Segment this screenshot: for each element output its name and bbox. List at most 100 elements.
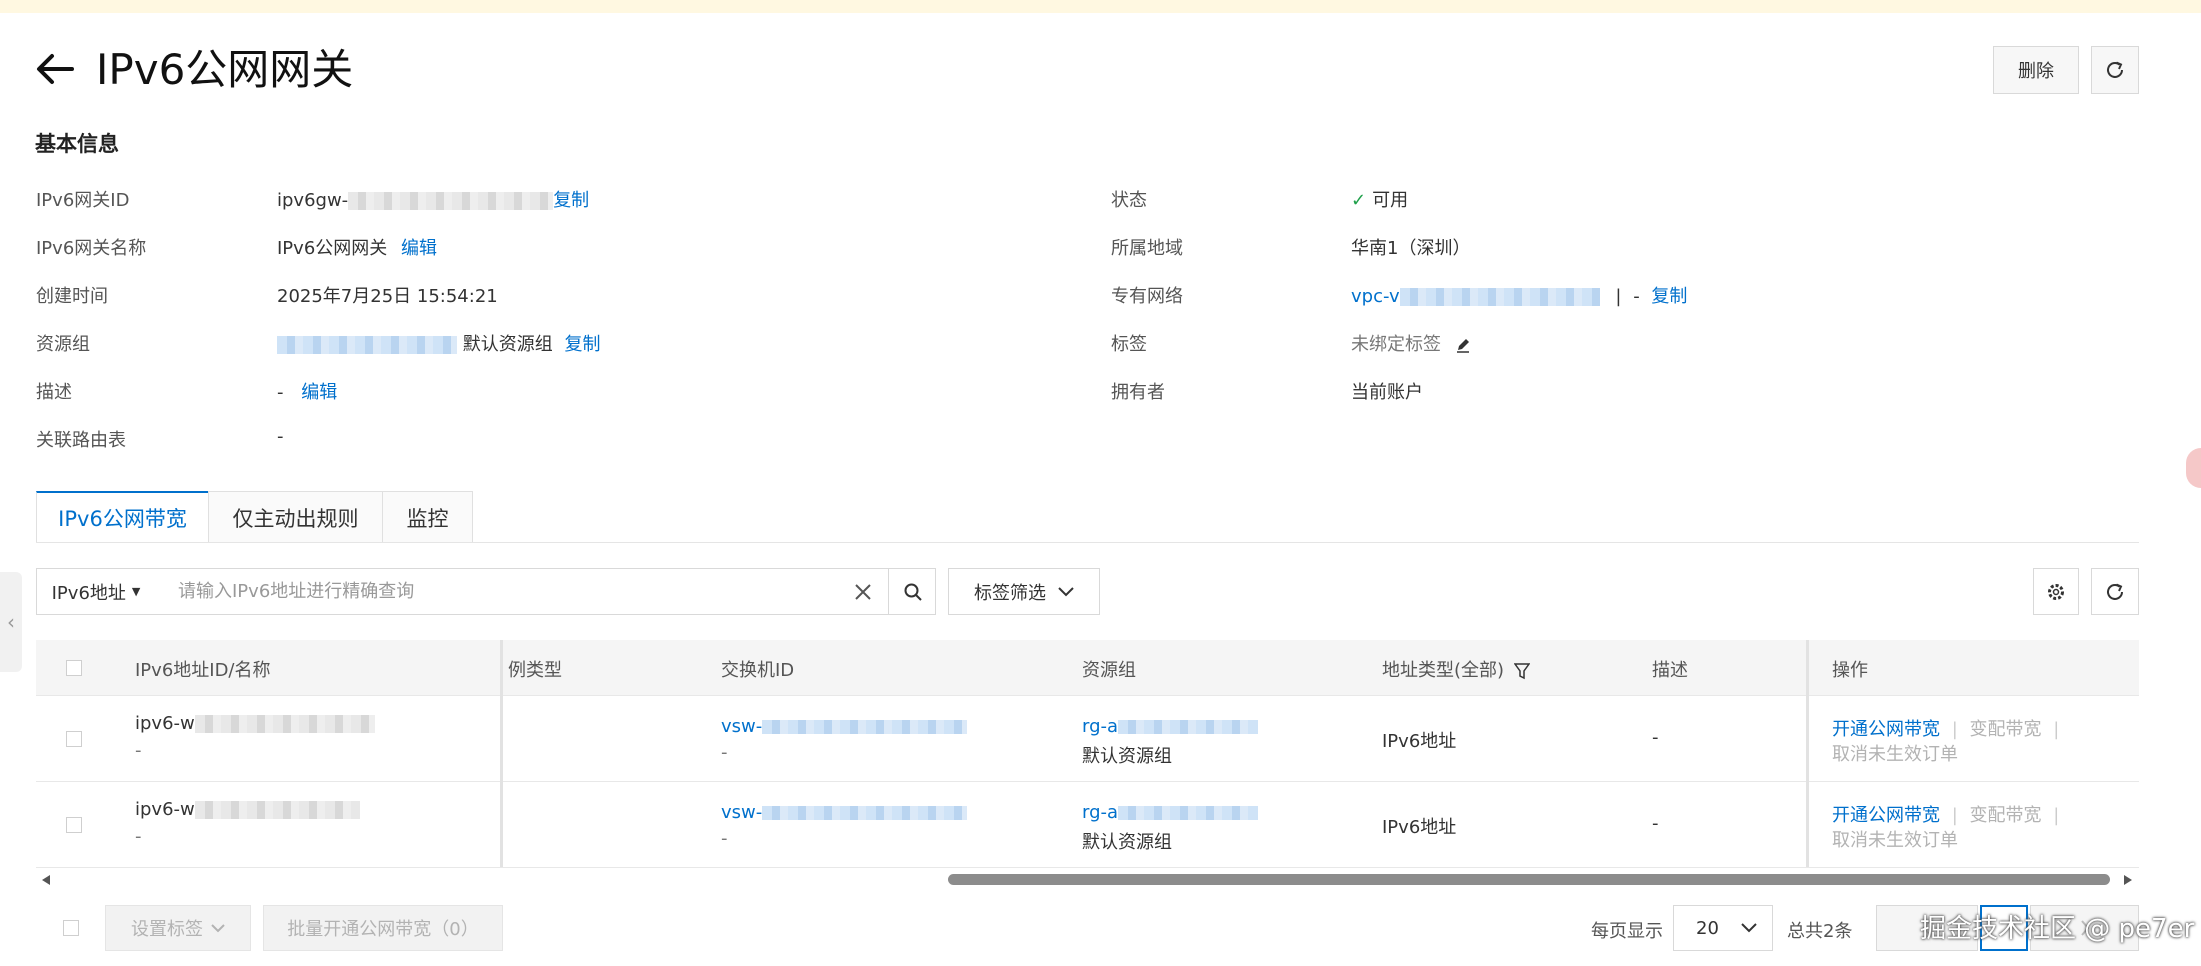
resource-group-masked [1118, 806, 1259, 820]
scroll-left-icon[interactable] [40, 874, 52, 886]
tag-filter-button[interactable]: 标签筛选 [948, 568, 1100, 615]
col-header-address-type[interactable]: 地址类型(全部) [1382, 656, 1531, 682]
tab-monitoring[interactable]: 监控 [382, 491, 473, 543]
action-separator: | [2053, 805, 2060, 826]
change-bandwidth-link[interactable]: 变配带宽 [1970, 719, 2042, 740]
col-header-actions: 操作 [1832, 660, 1868, 681]
gateway-id-masked [348, 192, 554, 210]
cancel-order-link[interactable]: 取消未生效订单 [1832, 740, 1958, 766]
resource-group-copy-link[interactable]: 复制 [564, 334, 600, 355]
route-table-value: - [277, 426, 284, 447]
vpc-link[interactable]: vpc-v [1351, 286, 1400, 307]
open-bandwidth-link[interactable]: 开通公网带宽 [1832, 719, 1940, 740]
chevron-down-icon [1058, 586, 1074, 596]
table-refresh-button[interactable] [2091, 568, 2139, 615]
resource-group-link[interactable]: rg-a [1082, 716, 1118, 737]
vswitch-cell[interactable]: vsw- [721, 716, 968, 737]
vswitch-link[interactable]: vsw- [721, 716, 762, 737]
tab-ipv6-bandwidth[interactable]: IPv6公网带宽 [36, 491, 209, 543]
tab-egress-only-rules[interactable]: 仅主动出规则 [208, 491, 383, 543]
clear-icon[interactable] [853, 582, 873, 602]
edit-pencil-icon[interactable] [1455, 337, 1471, 353]
search-input[interactable]: 请输入IPv6地址进行精确查询 [178, 578, 838, 606]
resource-group-cell[interactable]: rg-a [1082, 802, 1259, 823]
vswitch-link[interactable]: vsw- [721, 802, 762, 823]
vpc-name: - [1633, 286, 1640, 307]
ipv6-id-cell: ipv6-w [135, 799, 360, 820]
vpc-copy-link[interactable]: 复制 [1651, 286, 1687, 307]
table-settings-button[interactable] [2033, 568, 2079, 615]
watermark: 掘金技术社区 @ pe7er [1920, 914, 2195, 944]
row-divider [36, 781, 2139, 782]
action-separator: | [1951, 719, 1958, 740]
search-icon [904, 583, 922, 601]
search-button[interactable] [888, 568, 936, 615]
search-type-select[interactable]: IPv6地址 ▼ [37, 569, 155, 614]
owner-label: 拥有者 [1111, 382, 1165, 403]
tags-label: 标签 [1111, 334, 1147, 355]
vpc-masked [1399, 288, 1600, 306]
gateway-name-value: IPv6公网网关 编辑 [277, 234, 437, 260]
resource-group-cell[interactable]: rg-a [1082, 716, 1259, 737]
vswitch-cell[interactable]: vsw- [721, 802, 968, 823]
side-widget[interactable] [2186, 448, 2201, 488]
col-header-vswitch-id: 交换机ID [721, 660, 795, 681]
sidebar-collapse-handle[interactable]: ‹ [0, 572, 22, 672]
set-tags-button[interactable]: 设置标签 [105, 905, 251, 951]
created-time-label: 创建时间 [36, 286, 108, 307]
col-header-instance-type: 例类型 [508, 660, 562, 681]
route-table-label: 关联路由表 [36, 430, 126, 451]
region-value: 华南1（深圳） [1351, 238, 1471, 259]
actions-cell: 开通公网带宽 | 变配带宽 | [1832, 715, 2059, 741]
vswitch-masked [762, 720, 968, 734]
gear-icon [2048, 583, 2064, 600]
fixed-column-shadow-left [500, 640, 503, 867]
row-checkbox[interactable] [66, 731, 82, 747]
gateway-id-copy-link[interactable]: 复制 [553, 190, 589, 211]
open-bandwidth-link[interactable]: 开通公网带宽 [1832, 805, 1940, 826]
vpc-separator: | [1615, 286, 1622, 307]
ipv6-name: - [135, 826, 142, 847]
check-icon: ✓ [1351, 190, 1367, 211]
per-page-select[interactable]: 20 [1673, 905, 1773, 951]
horizontal-scrollbar[interactable] [36, 868, 2139, 892]
scroll-right-icon[interactable] [2122, 874, 2134, 886]
fixed-column-shadow-right [1806, 640, 1809, 867]
row-divider [36, 695, 2139, 696]
refresh-icon [2107, 583, 2123, 600]
scrollbar-thumb[interactable] [948, 874, 2110, 885]
resource-group-text: 默认资源组 [462, 334, 553, 355]
delete-button[interactable]: 删除 [1993, 46, 2079, 94]
change-bandwidth-link[interactable]: 变配带宽 [1970, 805, 2042, 826]
select-all-checkbox[interactable] [66, 660, 82, 676]
resource-group-name: 默认资源组 [1082, 746, 1172, 767]
section-title-basic-info: 基本信息 [35, 132, 119, 156]
ipv6-id-prefix: ipv6-w [135, 799, 195, 820]
per-page-value: 20 [1696, 917, 1719, 939]
search-type-label: IPv6地址 [51, 582, 126, 604]
page-title: IPv6公网网关 [96, 45, 354, 94]
gateway-name-edit-link[interactable]: 编辑 [401, 238, 437, 259]
vswitch-sub: - [721, 828, 728, 849]
description-text: - [277, 382, 284, 403]
vswitch-masked [762, 806, 968, 820]
vpc-label: 专有网络 [1111, 286, 1183, 307]
footer-select-all-checkbox[interactable] [63, 920, 79, 936]
resource-group-link[interactable]: rg-a [1082, 802, 1118, 823]
chevron-down-icon [211, 923, 225, 932]
resource-group-name: 默认资源组 [1082, 832, 1172, 853]
gateway-id-value: ipv6gw- 复制 [277, 186, 589, 212]
refresh-button[interactable] [2091, 46, 2139, 94]
description-label: 描述 [36, 382, 72, 403]
filter-icon[interactable] [1513, 662, 1531, 680]
region-label: 所属地域 [1111, 238, 1183, 259]
row-checkbox[interactable] [66, 817, 82, 833]
cancel-order-link[interactable]: 取消未生效订单 [1832, 826, 1958, 852]
description-edit-link[interactable]: 编辑 [301, 382, 337, 403]
action-separator: | [2053, 719, 2060, 740]
created-time-value: 2025年7月25日 15:54:21 [277, 286, 498, 307]
tags-text: 未绑定标签 [1351, 334, 1441, 355]
gateway-name-label: IPv6网关名称 [36, 238, 147, 259]
batch-open-bandwidth-button[interactable]: 批量开通公网带宽（0） [263, 905, 503, 951]
back-arrow-icon[interactable] [34, 48, 76, 90]
